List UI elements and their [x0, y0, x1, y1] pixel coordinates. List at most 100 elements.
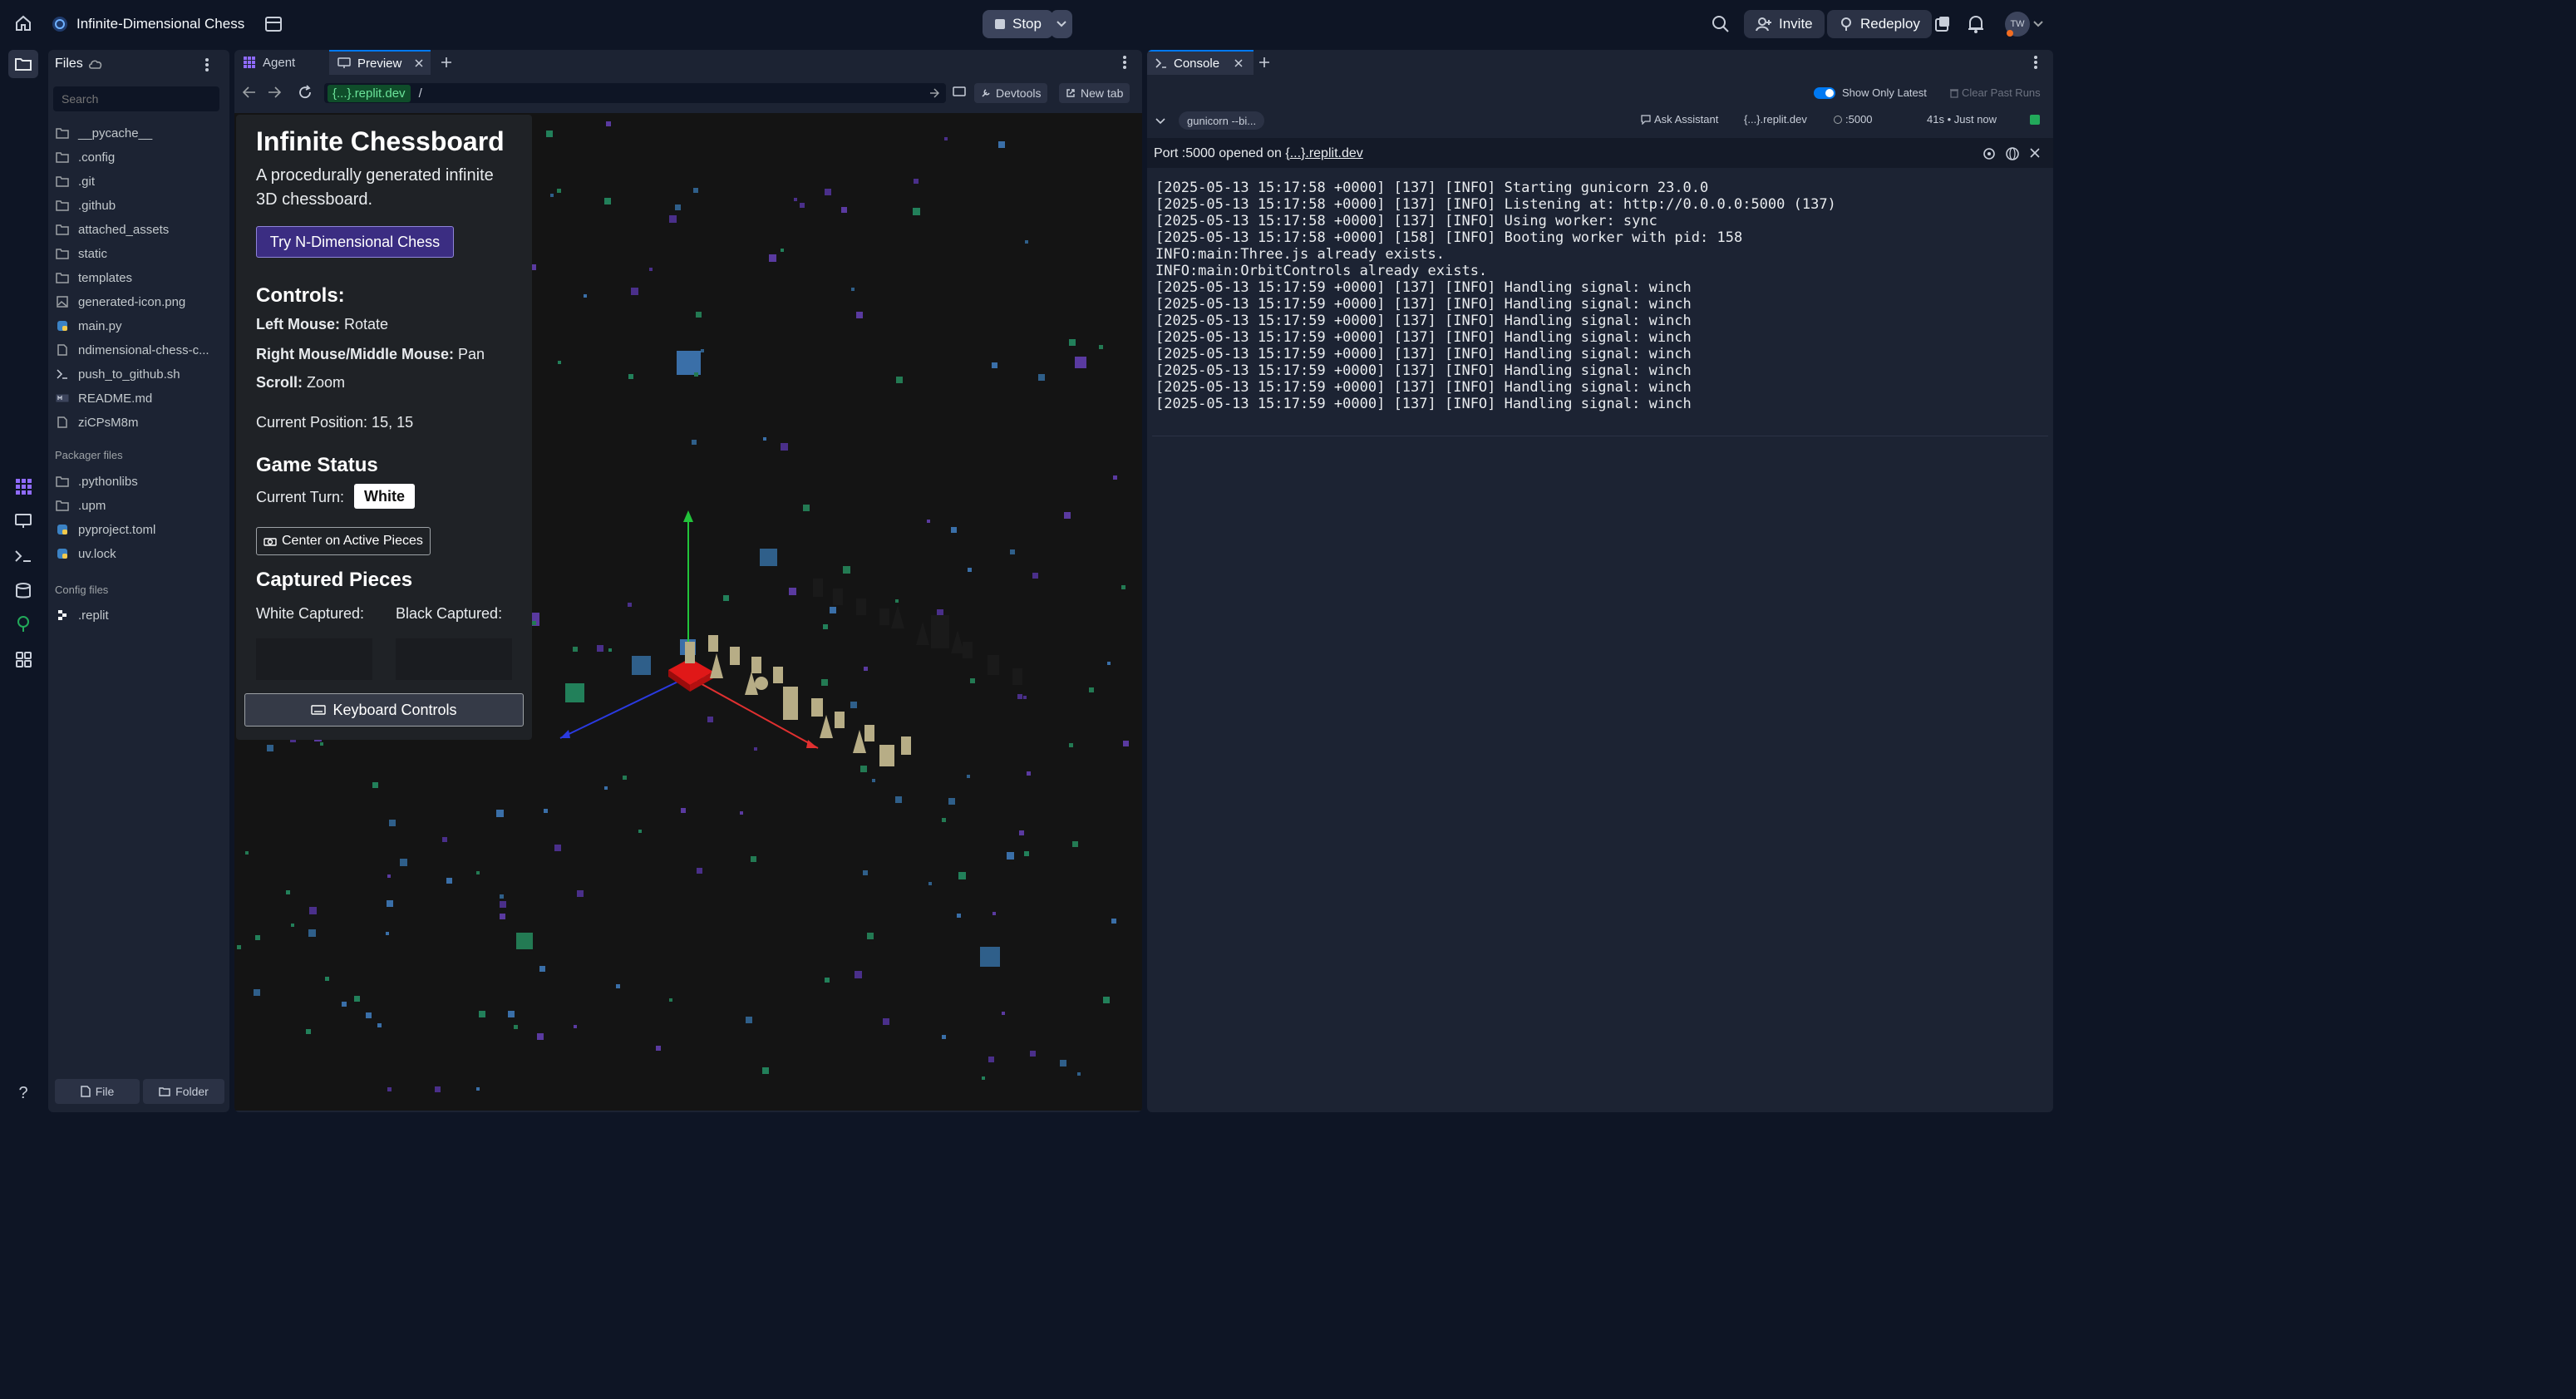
agent-tool-button[interactable]	[8, 472, 38, 500]
port-label[interactable]: :5000	[1834, 113, 1873, 126]
file-tree-item[interactable]: generated-icon.png	[55, 290, 185, 313]
close-icon[interactable]	[415, 59, 423, 67]
black-pieces	[813, 579, 1022, 685]
globe-icon[interactable]	[2005, 146, 2020, 161]
layout-icon[interactable]	[264, 15, 283, 33]
preview-panel: Agent Preview {...}.replit.dev / Devtool…	[234, 50, 1142, 1112]
file-tree-item[interactable]: attached_assets	[55, 218, 169, 241]
chevron-down-icon[interactable]	[2033, 21, 2043, 27]
tab-preview[interactable]: Preview	[329, 50, 431, 75]
project-logo-icon	[52, 16, 68, 32]
log-line: [2025-05-13 15:17:58 +0000] [158] [INFO]…	[1155, 229, 1743, 246]
close-icon[interactable]	[2030, 148, 2040, 158]
preview-tool-button[interactable]	[8, 507, 38, 535]
forward-icon[interactable]	[268, 86, 281, 98]
file-tree-item[interactable]: .upm	[55, 494, 106, 517]
add-tab-icon[interactable]	[441, 57, 452, 68]
file-tree-item[interactable]: __pycache__	[55, 121, 152, 145]
file-tree-item[interactable]: uv.lock	[55, 542, 116, 565]
file-tree-item[interactable]: .github	[55, 194, 116, 217]
new-folder-button[interactable]: Folder	[143, 1079, 224, 1104]
file-tree-item[interactable]: ziCPsM8m	[55, 411, 139, 434]
reload-icon[interactable]	[298, 85, 313, 100]
file-tree-item[interactable]: .pythonlibs	[55, 470, 138, 493]
page-title: Infinite Chessboard	[256, 126, 505, 156]
back-icon[interactable]	[243, 86, 256, 98]
invite-button[interactable]: Invite	[1744, 10, 1825, 38]
file-tree-item[interactable]: pyproject.toml	[55, 518, 155, 541]
deployments-icon[interactable]	[1933, 15, 1952, 33]
file-tree-label: push_to_github.sh	[78, 367, 180, 382]
file-tree-item[interactable]: main.py	[55, 314, 122, 337]
markdown-icon	[55, 391, 70, 406]
run-command[interactable]: gunicorn --bi...	[1179, 111, 1265, 130]
run-options-dropdown[interactable]	[1051, 10, 1072, 38]
chevron-down-icon[interactable]	[1155, 118, 1165, 125]
all-tools-button[interactable]	[8, 645, 38, 673]
external-link-icon	[1066, 88, 1076, 98]
replit-icon	[55, 608, 70, 623]
arrow-right-icon[interactable]	[929, 88, 939, 98]
port-notice-link[interactable]: {...}.replit.dev	[1285, 146, 1362, 160]
log-line: INFO:main:Three.js already exists.	[1155, 246, 1445, 263]
run-time: 41s • Just now	[1927, 113, 1997, 126]
show-only-latest-toggle[interactable]: Show Only Latest	[1814, 86, 1927, 99]
url-path: /	[418, 86, 422, 101]
add-user-icon	[1756, 17, 1772, 32]
more-options-icon[interactable]	[2033, 55, 2038, 70]
current-position: Current Position: 15, 15	[256, 414, 414, 431]
file-tree-label: README.md	[78, 391, 153, 406]
files-panel: Files __pycache__ .config .git .github attac…	[48, 50, 229, 1112]
current-turn-label: Current Turn:	[256, 489, 345, 505]
stop-icon	[994, 18, 1006, 30]
folder-icon	[55, 246, 70, 261]
file-tree-item[interactable]: .config	[55, 145, 115, 169]
gear-icon[interactable]	[1982, 146, 1997, 161]
project-title[interactable]: Infinite-Dimensional Chess	[76, 16, 244, 32]
tab-agent[interactable]: Agent	[234, 50, 326, 75]
new-file-button[interactable]: File	[55, 1079, 140, 1104]
keyboard-controls-button[interactable]: Keyboard Controls	[244, 693, 524, 727]
console-tool-button[interactable]	[8, 542, 38, 570]
file-tree-item[interactable]: README.md	[55, 387, 152, 410]
home-icon[interactable]	[13, 13, 33, 33]
devtools-button[interactable]: Devtools	[974, 83, 1048, 103]
file-tree-item[interactable]: templates	[55, 266, 132, 289]
redeploy-button[interactable]: Redeploy	[1827, 10, 1932, 38]
clear-past-runs-button[interactable]: Clear Past Runs	[1950, 86, 2041, 99]
device-icon[interactable]	[953, 86, 966, 98]
database-tool-button[interactable]	[8, 577, 38, 605]
file-tree-item[interactable]: ndimensional-chess-c...	[55, 338, 209, 362]
file-tree-label: ndimensional-chess-c...	[78, 342, 209, 357]
captured-pieces-heading: Captured Pieces	[256, 569, 413, 591]
add-tab-icon[interactable]	[1258, 57, 1270, 68]
host-label[interactable]: {...}.replit.dev	[1744, 113, 1807, 126]
file-tree-label: .replit	[78, 608, 109, 623]
log-line: [2025-05-13 15:17:58 +0000] [137] [INFO]…	[1155, 196, 1836, 213]
file-tree-item[interactable]: static	[55, 242, 107, 265]
files-tool-button[interactable]	[8, 50, 38, 78]
search-icon[interactable]	[1711, 14, 1731, 34]
bell-icon[interactable]	[1967, 14, 1985, 34]
new-tab-button[interactable]: New tab	[1059, 83, 1130, 103]
center-on-active-pieces-button[interactable]: Center on Active Pieces	[256, 527, 431, 555]
stop-button[interactable]: Stop	[983, 10, 1053, 38]
file-tree-item[interactable]: .replit	[55, 603, 109, 627]
run-status-indicator	[2030, 115, 2040, 125]
port-notice-text: Port :5000 opened on {...}.replit.dev	[1154, 146, 1363, 160]
keyboard-icon	[311, 705, 327, 715]
file-tree-label: templates	[78, 270, 133, 285]
try-ndimensional-button[interactable]: Try N-Dimensional Chess	[256, 226, 454, 258]
file-search-input[interactable]	[53, 86, 219, 111]
url-bar[interactable]: {...}.replit.dev /	[324, 83, 946, 103]
deployments-tool-button[interactable]	[8, 610, 38, 638]
close-icon[interactable]	[1234, 59, 1243, 67]
file-tree-label: ziCPsM8m	[78, 415, 139, 430]
tab-console[interactable]: Console	[1147, 50, 1254, 75]
ask-assistant-button[interactable]: Ask Assistant	[1641, 113, 1718, 126]
file-tree-item[interactable]: push_to_github.sh	[55, 362, 180, 386]
more-options-icon[interactable]	[204, 57, 209, 73]
more-options-icon[interactable]	[1122, 55, 1127, 70]
help-button[interactable]: ?	[8, 1079, 38, 1107]
file-tree-item[interactable]: .git	[55, 170, 95, 193]
